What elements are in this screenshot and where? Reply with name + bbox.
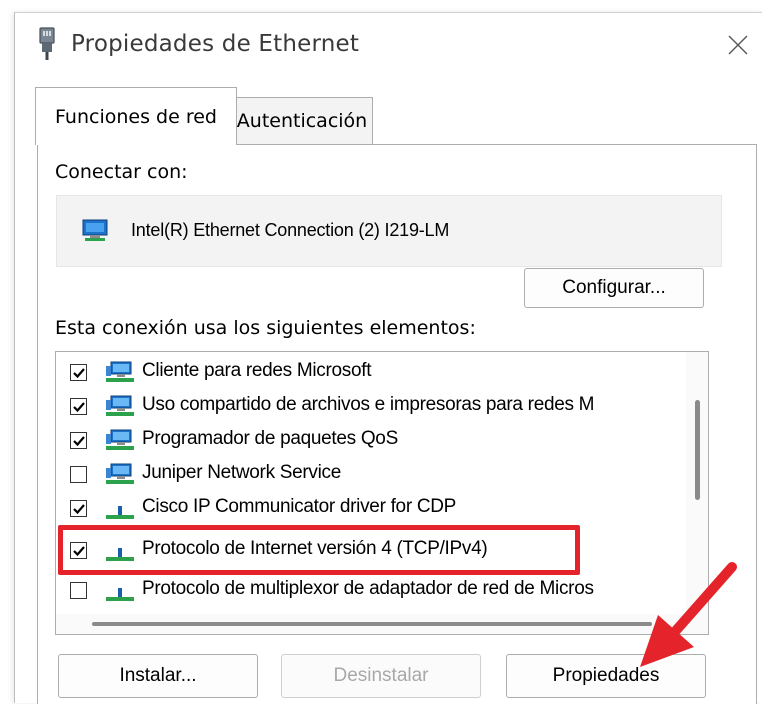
title-bar: Propiedades de Ethernet [15,13,762,77]
window-title: Propiedades de Ethernet [71,31,360,57]
checkmark-icon [72,367,85,378]
checkbox[interactable] [70,582,87,599]
uninstall-button[interactable]: Desinstalar [281,654,481,698]
close-icon [728,35,748,55]
highlight-box [58,525,580,575]
checkmark-icon [72,503,85,514]
list-item[interactable]: Cisco IP Communicator driver for CDP [56,492,686,526]
checkbox[interactable] [70,432,87,449]
horizontal-scroll-thumb[interactable] [92,622,652,626]
list-item-label: Programador de paquetes QoS [142,428,398,449]
network-adapter-icon [82,219,108,241]
close-button[interactable] [715,23,761,67]
checkbox[interactable] [70,364,87,381]
red-arrow-icon [640,562,737,667]
list-item[interactable]: Programador de paquetes QoS [56,424,686,458]
network-client-icon [106,361,134,382]
checkbox[interactable] [70,466,87,483]
protocol-icon [106,588,134,601]
install-button[interactable]: Instalar... [58,654,258,698]
adapter-box: Intel(R) Ethernet Connection (2) I219-LM [56,195,722,267]
list-item[interactable]: Uso compartido de archivos e impresoras … [56,390,686,424]
checkbox[interactable] [70,500,87,517]
checkbox[interactable] [70,398,87,415]
horizontal-scrollbar[interactable] [56,614,708,634]
list-item-label: Juniper Network Service [142,462,342,483]
elements-label: Esta conexión usa los siguientes element… [55,317,476,339]
network-service-icon [106,463,134,484]
list-item-label: Protocolo de multiplexor de adaptador de… [142,578,594,599]
network-service-icon [106,429,134,450]
tab-autenticacion[interactable]: Autenticación [231,97,373,145]
tab-strip: Funciones de red Autenticación [15,87,762,147]
list-item[interactable]: Juniper Network Service [56,458,686,492]
adapter-name: Intel(R) Ethernet Connection (2) I219-LM [131,220,450,240]
list-item-label: Uso compartido de archivos e impresoras … [142,394,595,415]
list-item[interactable]: Cliente para redes Microsoft [56,356,686,390]
protocol-icon [106,506,134,519]
tab-funciones-de-red[interactable]: Funciones de red [35,87,237,145]
configure-button[interactable]: Configurar... [524,268,704,308]
network-service-icon [106,395,134,416]
connect-with-label: Conectar con: [55,161,188,183]
checkmark-icon [72,401,85,412]
list-item-label: Cisco IP Communicator driver for CDP [142,496,457,517]
vertical-scroll-thumb[interactable] [695,400,700,500]
ethernet-connector-icon [39,27,55,60]
checkmark-icon [72,435,85,446]
list-item[interactable]: Protocolo de multiplexor de adaptador de… [56,574,686,608]
list-item-label: Cliente para redes Microsoft [142,360,372,381]
elements-list[interactable]: Cliente para redes Microsoft Uso compart… [55,351,709,635]
